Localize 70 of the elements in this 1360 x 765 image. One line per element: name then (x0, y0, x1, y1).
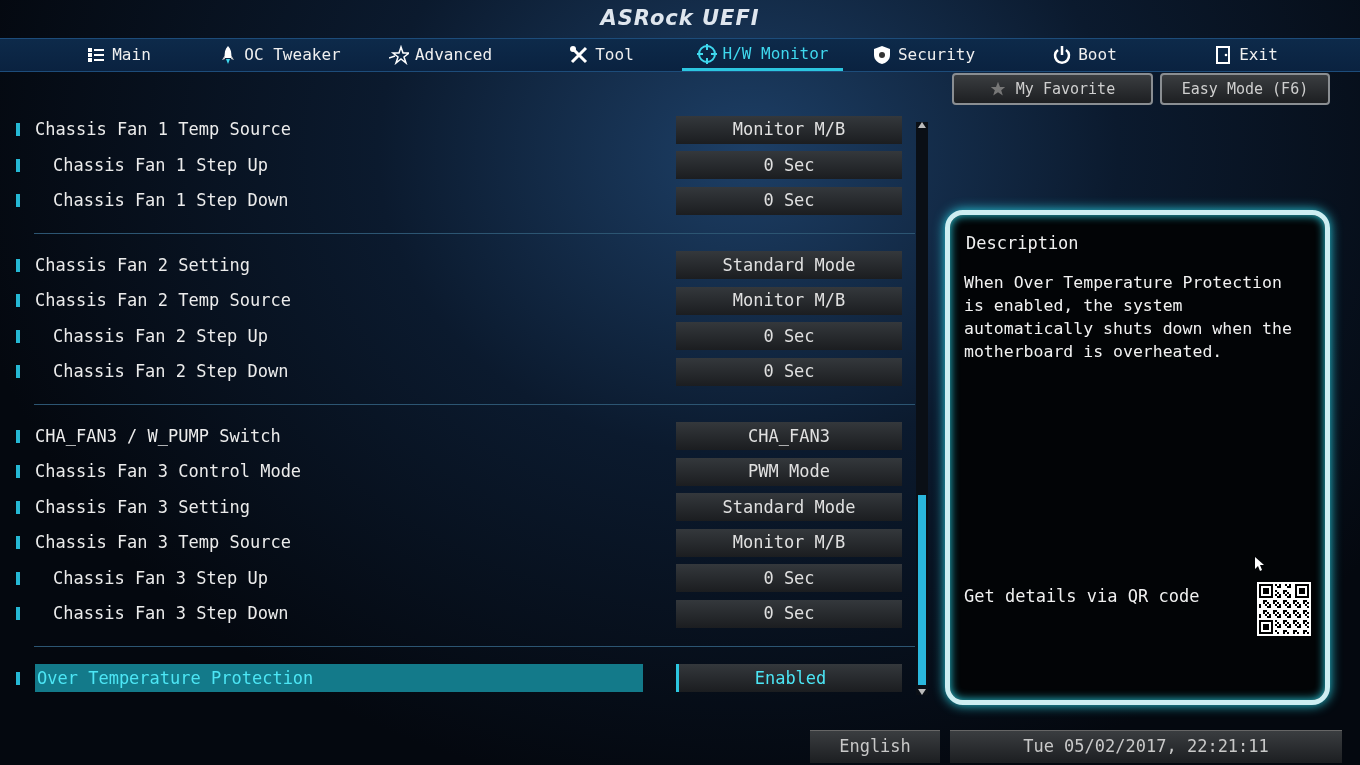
setting-label[interactable]: Chassis Fan 2 Step Up (35, 322, 643, 351)
row-marker (16, 123, 20, 137)
setting-value[interactable]: 0 Sec (676, 357, 902, 386)
shield-icon (871, 45, 892, 65)
row-marker (16, 465, 20, 479)
tab[interactable]: Security (843, 39, 1004, 71)
setting-value[interactable]: Standard Mode (676, 251, 902, 280)
row-marker (16, 429, 20, 443)
setting-value[interactable]: 0 Sec (676, 186, 902, 215)
row-marker (16, 536, 20, 550)
setting-label[interactable]: Chassis Fan 2 Temp Source (35, 286, 643, 315)
setting-label[interactable]: Chassis Fan 1 Temp Source (35, 115, 643, 144)
tools-icon (569, 45, 590, 65)
mouse-pointer-icon (1255, 557, 1264, 571)
star-icon (989, 81, 1006, 97)
setting-label[interactable]: Chassis Fan 2 Step Down (35, 357, 643, 386)
setting-label[interactable]: Chassis Fan 3 Step Up (35, 564, 643, 593)
setting-label[interactable]: Chassis Fan 3 Control Mode (35, 457, 643, 486)
mode-button[interactable]: Easy Mode (F6) (1160, 73, 1330, 105)
setting-value[interactable]: 0 Sec (676, 599, 902, 628)
row-marker (16, 329, 20, 343)
language-selector[interactable]: English (810, 730, 940, 763)
setting-value[interactable]: Monitor M/B (676, 286, 902, 315)
setting-value[interactable]: Enabled (676, 664, 902, 693)
description-text: When Over Temperature Protection is enabled, the system automatically shuts down when the motherboard is overheated. (964, 271, 1293, 363)
row-marker (16, 500, 20, 514)
scrollbar-thumb[interactable] (918, 495, 926, 685)
setting-label[interactable]: Chassis Fan 3 Step Down (35, 599, 643, 628)
setting-label[interactable]: Chassis Fan 2 Setting (35, 251, 643, 280)
tab[interactable]: Boot (1004, 39, 1165, 71)
setting-label[interactable]: Chassis Fan 1 Step Up (35, 151, 643, 180)
star-icon (388, 45, 409, 65)
favorite-button[interactable]: My Favorite (952, 73, 1153, 105)
scroll-down-icon[interactable] (918, 689, 926, 695)
setting-label[interactable]: CHA_FAN3 / W_PUMP Switch (35, 422, 643, 451)
setting-value[interactable]: 0 Sec (676, 322, 902, 351)
setting-value[interactable]: Monitor M/B (676, 115, 902, 144)
setting-value[interactable]: PWM Mode (676, 457, 902, 486)
setting-value[interactable]: CHA_FAN3 (676, 422, 902, 451)
panel-title: Description (965, 232, 1080, 255)
date-time-display: Tue 05/02/2017, 22:21:11 (950, 730, 1342, 763)
row-marker (16, 258, 20, 272)
list-icon (86, 45, 107, 65)
row-marker (16, 607, 20, 621)
setting-label[interactable]: Chassis Fan 3 Temp Source (35, 528, 643, 557)
row-marker (16, 158, 20, 172)
row-marker (16, 194, 20, 208)
setting-value[interactable]: Standard Mode (676, 493, 902, 522)
scrollbar[interactable] (916, 122, 928, 695)
logo-title: ASRock UEFI (600, 5, 760, 33)
setting-value[interactable]: Monitor M/B (676, 528, 902, 557)
crosshair-icon (696, 43, 717, 64)
row-marker (16, 294, 20, 308)
qr-caption: Get details via QR code (964, 585, 1200, 608)
tab[interactable]: Advanced (360, 39, 521, 71)
row-marker (16, 671, 20, 685)
tab[interactable]: H/W Monitor (682, 39, 843, 71)
qr-code-icon (1257, 582, 1311, 636)
setting-label[interactable]: Chassis Fan 3 Setting (35, 493, 643, 522)
tab[interactable]: Main (38, 39, 199, 71)
tab[interactable]: Exit (1165, 39, 1326, 71)
row-marker (16, 571, 20, 585)
power-icon (1052, 45, 1073, 65)
row-marker (16, 365, 20, 379)
tab[interactable]: OC Tweaker (199, 39, 360, 71)
setting-label[interactable]: Chassis Fan 1 Step Down (35, 186, 643, 215)
tab[interactable]: Tool (521, 39, 682, 71)
setting-value[interactable]: 0 Sec (676, 564, 902, 593)
setting-value[interactable]: 0 Sec (676, 151, 902, 180)
scroll-up-icon[interactable] (918, 122, 926, 128)
